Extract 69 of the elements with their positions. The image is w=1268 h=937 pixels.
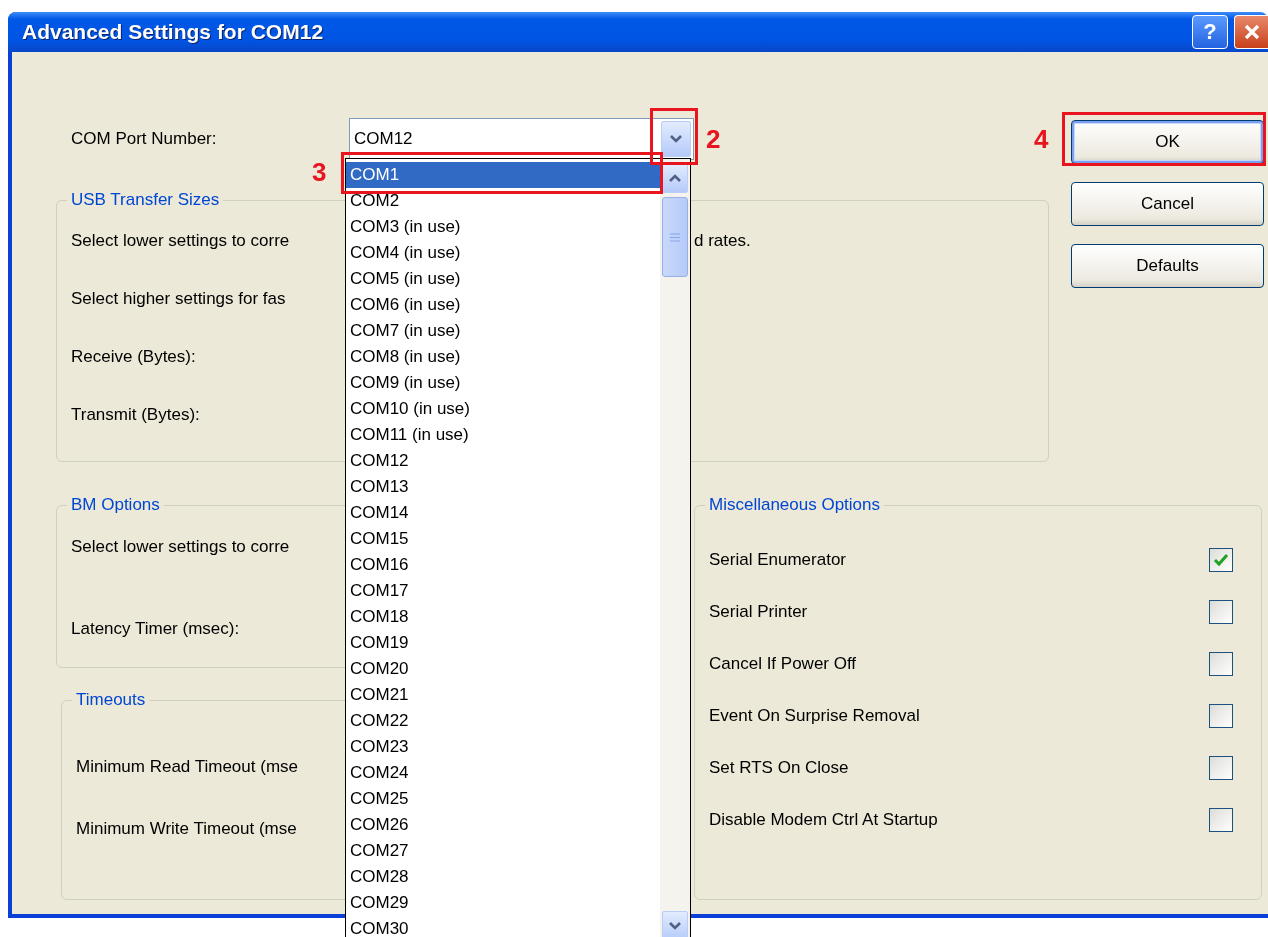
list-item[interactable]: COM12 <box>346 448 660 474</box>
list-item[interactable]: COM23 <box>346 734 660 760</box>
list-item[interactable]: COM22 <box>346 708 660 734</box>
checkbox[interactable] <box>1209 808 1233 832</box>
list-item[interactable]: COM14 <box>346 500 660 526</box>
list-item[interactable]: COM20 <box>346 656 660 682</box>
close-button[interactable] <box>1234 15 1268 49</box>
checkbox[interactable] <box>1209 548 1233 572</box>
list-item[interactable]: COM15 <box>346 526 660 552</box>
list-item[interactable]: COM7 (in use) <box>346 318 660 344</box>
list-item[interactable]: COM24 <box>346 760 660 786</box>
list-item[interactable]: COM26 <box>346 812 660 838</box>
list-item[interactable]: COM8 (in use) <box>346 344 660 370</box>
list-item[interactable]: COM30 <box>346 916 660 937</box>
checkbox-label: Event On Surprise Removal <box>709 705 920 727</box>
checkbox[interactable] <box>1209 652 1233 676</box>
dialog-button[interactable]: Cancel <box>1071 182 1264 226</box>
checkbox-label: Serial Enumerator <box>709 549 846 571</box>
list-item[interactable]: COM28 <box>346 864 660 890</box>
option-text: Minimum Read Timeout (mse <box>76 756 299 778</box>
chevron-up-icon <box>668 173 682 183</box>
field-label: COM Port Number: <box>71 128 218 150</box>
checkmark-icon <box>1213 553 1229 567</box>
checkbox[interactable] <box>1209 756 1233 780</box>
checkbox-label: Cancel If Power Off <box>709 653 857 675</box>
annotation-number: 2 <box>706 124 721 154</box>
checkbox-label: Set RTS On Close <box>709 757 849 779</box>
list-item[interactable]: COM27 <box>346 838 660 864</box>
chevron-down-icon <box>668 921 682 931</box>
option-text: Latency Timer (msec): <box>71 618 241 640</box>
option-text: Select lower settings to corre <box>71 230 291 252</box>
option-text: Select lower settings to corre <box>71 536 291 558</box>
option-text: Minimum Write Timeout (mse <box>76 818 298 840</box>
list-item[interactable]: COM21 <box>346 682 660 708</box>
list-item[interactable]: COM18 <box>346 604 660 630</box>
dialog-button[interactable]: OK <box>1071 120 1264 164</box>
scroll-thumb[interactable] <box>662 197 688 277</box>
window-title: Advanced Settings for COM12 <box>22 20 325 44</box>
list-item[interactable]: COM9 (in use) <box>346 370 660 396</box>
list-item[interactable]: COM17 <box>346 578 660 604</box>
close-icon <box>1242 23 1261 41</box>
option-text: Receive (Bytes): <box>71 346 197 368</box>
scroll-down-button[interactable] <box>662 911 688 937</box>
list-item[interactable]: COM10 (in use) <box>346 396 660 422</box>
list-item[interactable]: COM29 <box>346 890 660 916</box>
list-item[interactable]: COM25 <box>346 786 660 812</box>
dropdown-value: COM12 <box>354 128 413 150</box>
list-item[interactable]: COM11 (in use) <box>346 422 660 448</box>
checkbox[interactable] <box>1209 704 1233 728</box>
annotation-number: 3 <box>312 157 327 187</box>
list-item[interactable]: COM19 <box>346 630 660 656</box>
chevron-down-icon <box>669 134 683 144</box>
option-text: Transmit (Bytes): <box>71 404 201 426</box>
dropdown-arrow-button[interactable] <box>661 121 691 157</box>
checkbox-label: Disable Modem Ctrl At Startup <box>709 809 938 831</box>
dialog-button[interactable]: Defaults <box>1071 244 1264 288</box>
option-text: d rates. <box>694 230 752 252</box>
list-item[interactable]: COM1 <box>346 162 660 188</box>
list-item[interactable]: COM13 <box>346 474 660 500</box>
list-item[interactable]: COM6 (in use) <box>346 292 660 318</box>
annotation-number: 4 <box>1034 124 1049 154</box>
list-item[interactable]: COM4 (in use) <box>346 240 660 266</box>
option-text: Select higher settings for fas <box>71 288 287 310</box>
list-item[interactable]: COM5 (in use) <box>346 266 660 292</box>
checkbox-label: Serial Printer <box>709 601 808 623</box>
grip-icon <box>670 232 680 242</box>
checkbox[interactable] <box>1209 600 1233 624</box>
list-item[interactable]: COM16 <box>346 552 660 578</box>
list-item[interactable]: COM3 (in use) <box>346 214 660 240</box>
